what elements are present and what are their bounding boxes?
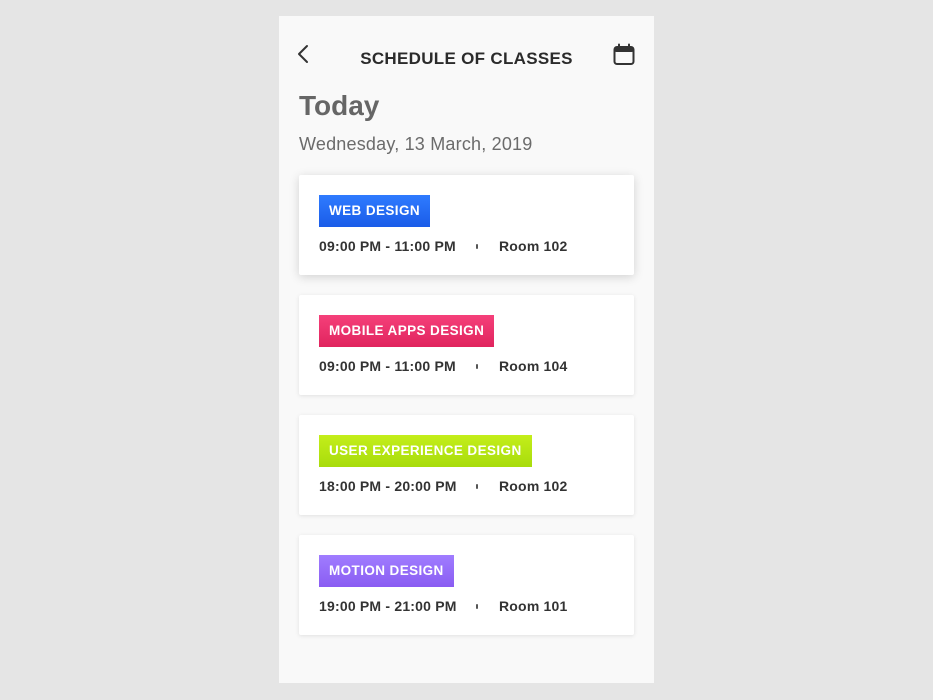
current-date: Wednesday, 13 March, 2019 xyxy=(299,134,533,154)
separator-dot xyxy=(476,364,478,369)
class-time: 19:00 PM - 21:00 PM xyxy=(319,598,457,614)
class-card-web-design[interactable]: WEB DESIGN 09:00 PM - 11:00 PM Room 102 xyxy=(299,175,634,275)
calendar-icon xyxy=(613,43,635,65)
separator-dot xyxy=(476,604,478,609)
class-room: Room 102 xyxy=(499,238,568,254)
calendar-button[interactable] xyxy=(612,43,636,67)
class-card-motion-design[interactable]: MOTION DESIGN 19:00 PM - 21:00 PM Room 1… xyxy=(299,535,634,635)
separator-dot xyxy=(476,484,478,489)
class-room: Room 101 xyxy=(499,598,568,614)
class-time: 18:00 PM - 20:00 PM xyxy=(319,478,457,494)
page-title: SCHEDULE OF CLASSES xyxy=(360,49,573,68)
class-room: Room 104 xyxy=(499,358,568,374)
class-name-tag: MOBILE APPS DESIGN xyxy=(319,315,495,347)
class-room: Room 102 xyxy=(499,478,568,494)
class-time: 09:00 PM - 11:00 PM xyxy=(319,358,456,374)
class-name-tag: MOTION DESIGN xyxy=(319,555,454,587)
class-name-tag: WEB DESIGN xyxy=(319,195,431,227)
class-name-tag: USER EXPERIENCE DESIGN xyxy=(319,435,532,467)
class-card-mobile-apps-design[interactable]: MOBILE APPS DESIGN 09:00 PM - 11:00 PM R… xyxy=(299,295,634,395)
class-time: 09:00 PM - 11:00 PM xyxy=(319,238,456,254)
separator-dot xyxy=(476,244,478,249)
schedule-screen: SCHEDULE OF CLASSES Today Wednesday, 13 … xyxy=(279,16,654,683)
top-bar: SCHEDULE OF CLASSES xyxy=(279,16,654,100)
class-card-user-experience-design[interactable]: USER EXPERIENCE DESIGN 18:00 PM - 20:00 … xyxy=(299,415,634,515)
today-heading: Today xyxy=(299,90,380,121)
